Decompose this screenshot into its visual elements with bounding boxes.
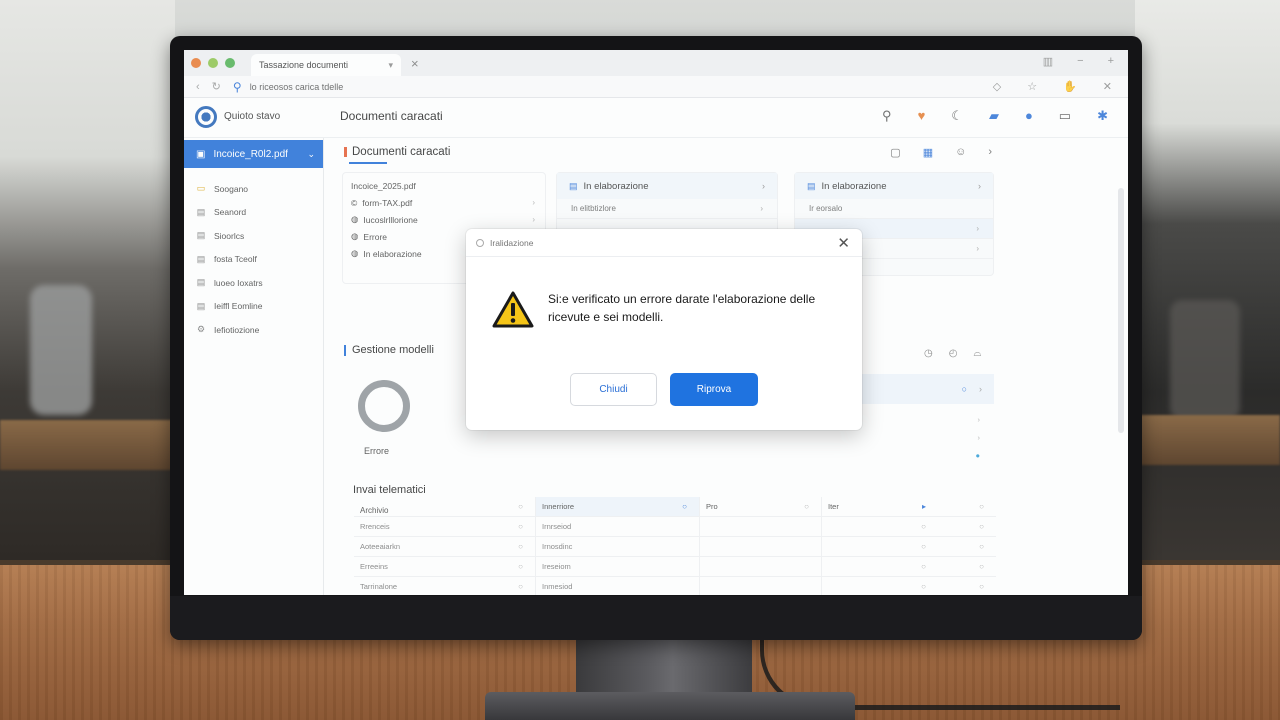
- retry-button[interactable]: Riprova: [670, 373, 758, 406]
- background-wall-right: [1135, 0, 1280, 560]
- close-button[interactable]: Chiudi: [570, 373, 657, 406]
- monitor-screen: Tassazione documenti ▾ × ▥ − + ‹ ↻ ⚲ lo …: [184, 50, 1128, 595]
- monitor-stand: [576, 638, 752, 700]
- background-shelf: [1135, 415, 1280, 465]
- dialog-message: Si:e verificato un errore darate l'elabo…: [548, 292, 816, 324]
- info-icon: [476, 238, 484, 247]
- background-wall-left: [0, 0, 175, 560]
- monitor-chin: [170, 596, 1142, 640]
- background-shelf: [0, 420, 175, 470]
- background-object: [30, 285, 92, 415]
- dialog-header-text: Iralidazione: [490, 237, 534, 248]
- dialog-header: Iralidazione: [466, 229, 862, 257]
- error-dialog: Iralidazione ✕ Si:e verificato un errore…: [466, 229, 862, 430]
- background-object: [1170, 300, 1240, 420]
- warning-icon: [492, 291, 534, 328]
- monitor-stand-base: [485, 692, 855, 720]
- close-icon[interactable]: ✕: [837, 234, 850, 252]
